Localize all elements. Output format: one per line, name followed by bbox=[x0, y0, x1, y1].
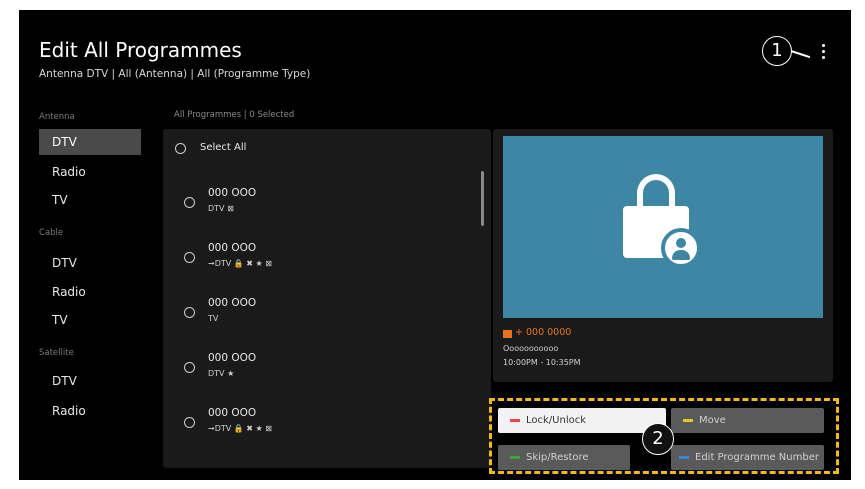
programme-row[interactable]: 000 OOO ➞DTV 🔒 ✖ ★ ⊠ bbox=[163, 242, 473, 288]
sidebar-item-cable-radio[interactable]: Radio bbox=[39, 279, 141, 305]
blue-key-icon bbox=[679, 456, 689, 459]
programme-radio[interactable] bbox=[184, 252, 195, 263]
sidebar-item-satellite-dtv[interactable]: DTV bbox=[39, 368, 141, 394]
move-label: Move bbox=[699, 415, 726, 426]
programme-type: ➞DTV 🔒 ✖ ★ ⊠ bbox=[208, 259, 272, 268]
skip-restore-label: Skip/Restore bbox=[526, 452, 589, 463]
sidebar-section-antenna: Antenna bbox=[39, 112, 75, 122]
sidebar-item-antenna-dtv[interactable]: DTV bbox=[39, 129, 141, 155]
programme-radio[interactable] bbox=[184, 197, 195, 208]
programme-row[interactable]: 000 OOO DTV ⊠ bbox=[163, 187, 473, 233]
callout-1-pointer bbox=[790, 50, 811, 58]
list-header: All Programmes | 0 Selected bbox=[174, 110, 295, 120]
sidebar-item-cable-dtv[interactable]: DTV bbox=[39, 250, 141, 276]
programme-radio[interactable] bbox=[184, 307, 195, 318]
skip-restore-button[interactable]: Skip/Restore bbox=[498, 445, 630, 470]
programme-name: 000 OOO bbox=[208, 407, 257, 419]
programme-name: 000 OOO bbox=[208, 352, 257, 364]
channel-logo-icon bbox=[503, 330, 512, 338]
sidebar-item-cable-tv[interactable]: TV bbox=[39, 307, 141, 333]
programme-row[interactable]: 000 OOO DTV ★ bbox=[163, 352, 473, 398]
sidebar-item-satellite-radio[interactable]: Radio bbox=[39, 398, 141, 424]
tv-screen: Edit All Programmes Antenna DTV | All (A… bbox=[19, 10, 851, 480]
page-title: Edit All Programmes bbox=[39, 38, 242, 62]
programme-name: 000 OOO bbox=[208, 187, 257, 199]
callout-2: 2 bbox=[642, 423, 674, 455]
sidebar-item-antenna-tv[interactable]: TV bbox=[39, 187, 141, 213]
preview-panel: + 000 0000 Ooooooooooo 10:00PM - 10:35PM bbox=[493, 129, 833, 382]
programme-radio[interactable] bbox=[184, 362, 195, 373]
select-all-radio[interactable] bbox=[175, 143, 186, 154]
page-subtitle: Antenna DTV | All (Antenna) | All (Progr… bbox=[39, 68, 311, 80]
programme-name: 000 OOO bbox=[208, 297, 257, 309]
programme-type: DTV ★ bbox=[208, 369, 235, 378]
more-options-icon[interactable] bbox=[819, 44, 827, 64]
move-button[interactable]: Move bbox=[671, 408, 824, 433]
programme-type: DTV ⊠ bbox=[208, 204, 234, 213]
list-scrollbar[interactable] bbox=[481, 171, 484, 226]
programme-description: Ooooooooooo bbox=[503, 344, 559, 353]
yellow-key-icon bbox=[683, 419, 693, 422]
programme-type: TV bbox=[208, 314, 219, 323]
callout-1: 1 bbox=[762, 36, 792, 66]
programme-radio[interactable] bbox=[184, 417, 195, 428]
programme-list: Select All 000 OOO DTV ⊠ 000 OOO ➞DTV 🔒 … bbox=[163, 129, 491, 468]
red-key-icon bbox=[510, 419, 520, 422]
lock-unlock-label: Lock/Unlock bbox=[526, 415, 587, 426]
sidebar-section-cable: Cable bbox=[39, 228, 64, 238]
programme-row[interactable]: 000 OOO TV bbox=[163, 297, 473, 343]
channel-number: + 000 0000 bbox=[515, 327, 572, 338]
programme-row[interactable]: 000 OOO ➞DTV 🔒 ✖ ★ ⊠ bbox=[163, 407, 473, 453]
programme-time: 10:00PM - 10:35PM bbox=[503, 358, 581, 367]
lock-person-icon bbox=[623, 174, 713, 268]
lock-unlock-button[interactable]: Lock/Unlock bbox=[498, 408, 666, 433]
sidebar-item-antenna-radio[interactable]: Radio bbox=[39, 159, 141, 185]
programme-name: 000 OOO bbox=[208, 242, 257, 254]
green-key-icon bbox=[510, 456, 520, 459]
programme-type: ➞DTV 🔒 ✖ ★ ⊠ bbox=[208, 424, 272, 433]
edit-programme-number-button[interactable]: Edit Programme Number bbox=[671, 445, 824, 470]
edit-programme-number-label: Edit Programme Number bbox=[695, 452, 819, 463]
preview-thumbnail bbox=[503, 136, 823, 318]
sidebar-section-satellite: Satellite bbox=[39, 348, 74, 358]
select-all-label[interactable]: Select All bbox=[200, 142, 246, 153]
